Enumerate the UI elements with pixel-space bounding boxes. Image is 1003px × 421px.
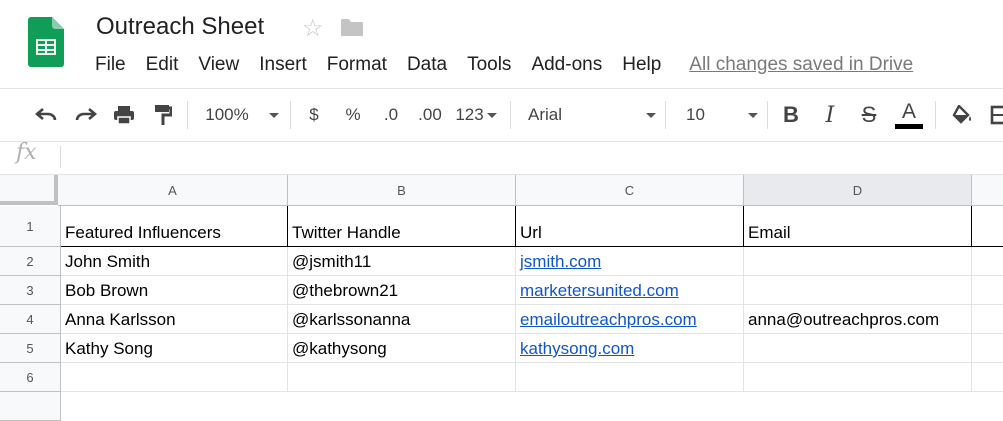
currency-format-button[interactable]: $ bbox=[302, 89, 326, 141]
cell-e6[interactable] bbox=[972, 363, 1003, 392]
cell-a1[interactable]: Featured Influencers bbox=[61, 206, 288, 247]
menu-help[interactable]: Help bbox=[622, 54, 661, 76]
chevron-down-icon bbox=[268, 112, 279, 118]
redo-icon[interactable] bbox=[72, 89, 100, 141]
paint-format-icon[interactable] bbox=[150, 89, 176, 141]
cell-e4[interactable] bbox=[972, 305, 1003, 334]
cell-e5[interactable] bbox=[972, 334, 1003, 363]
cell-a5[interactable]: Kathy Song bbox=[61, 334, 288, 363]
cell-a2[interactable]: John Smith bbox=[61, 247, 288, 276]
cell-a3[interactable]: Bob Brown bbox=[61, 276, 288, 305]
italic-button[interactable]: I bbox=[818, 89, 842, 141]
row-header-7[interactable] bbox=[0, 392, 61, 421]
bold-button[interactable]: B bbox=[779, 89, 803, 141]
row-header-5[interactable]: 5 bbox=[0, 334, 61, 363]
column-header-a[interactable]: A bbox=[58, 175, 288, 206]
chevron-down-icon bbox=[646, 112, 656, 118]
cell-c3-link[interactable]: marketersunited.com bbox=[516, 276, 744, 305]
toolbar: 100% $ % .0 .00 123 Arial 10 B I S A bbox=[0, 88, 1003, 142]
menu-tools[interactable]: Tools bbox=[467, 54, 511, 76]
cell-e3[interactable] bbox=[972, 276, 1003, 305]
cell-e1[interactable] bbox=[972, 206, 1003, 247]
menu-bar: File Edit View Insert Format Data Tools … bbox=[95, 53, 913, 77]
cell-b2[interactable]: @jsmith11 bbox=[288, 247, 516, 276]
more-formats-label: 123 bbox=[455, 105, 484, 124]
cell-d1[interactable]: Email bbox=[744, 206, 972, 247]
cell-d3[interactable] bbox=[744, 276, 972, 305]
increase-decimal-button[interactable]: .00 bbox=[414, 89, 446, 141]
save-status-link[interactable]: All changes saved in Drive bbox=[689, 54, 913, 76]
sheets-logo-icon[interactable] bbox=[28, 17, 64, 67]
zoom-value: 100% bbox=[205, 105, 249, 124]
document-title[interactable]: Outreach Sheet bbox=[96, 13, 264, 41]
cell-b4[interactable]: @karlssonanna bbox=[288, 305, 516, 334]
fill-color-icon[interactable] bbox=[950, 89, 976, 141]
row-header-1[interactable]: 1 bbox=[0, 206, 61, 247]
row-header-6[interactable]: 6 bbox=[0, 363, 61, 392]
formula-bar[interactable] bbox=[0, 141, 1003, 175]
row-header-2[interactable]: 2 bbox=[0, 247, 61, 276]
decrease-decimal-label: .0 bbox=[383, 105, 399, 124]
select-all-corner[interactable] bbox=[0, 175, 58, 205]
menu-edit[interactable]: Edit bbox=[146, 54, 179, 76]
menu-insert[interactable]: Insert bbox=[259, 54, 307, 76]
cell-a4[interactable]: Anna Karlsson bbox=[61, 305, 288, 334]
cell-c5-link[interactable]: kathysong.com bbox=[516, 334, 744, 363]
zoom-select[interactable]: 100% bbox=[200, 89, 284, 141]
font-size-value: 10 bbox=[686, 105, 705, 124]
cell-c1[interactable]: Url bbox=[516, 206, 744, 247]
menu-view[interactable]: View bbox=[198, 54, 239, 76]
text-color-label: A bbox=[901, 99, 916, 123]
cell-c4-link[interactable]: emailoutreachpros.com bbox=[516, 305, 744, 334]
cell-b5[interactable]: @kathysong bbox=[288, 334, 516, 363]
menu-data[interactable]: Data bbox=[407, 54, 447, 76]
column-header-e[interactable] bbox=[972, 175, 1003, 206]
column-header-d[interactable]: D bbox=[744, 175, 972, 206]
font-size-select[interactable]: 10 bbox=[686, 89, 758, 141]
cell-b6[interactable] bbox=[288, 363, 516, 392]
row-header-4[interactable]: 4 bbox=[0, 305, 61, 334]
menu-format[interactable]: Format bbox=[327, 54, 387, 76]
cell-e2[interactable] bbox=[972, 247, 1003, 276]
row-header-3[interactable]: 3 bbox=[0, 276, 61, 305]
text-color-swatch bbox=[895, 123, 923, 129]
fx-icon: fx bbox=[16, 140, 37, 165]
cell-b3[interactable]: @thebrown21 bbox=[288, 276, 516, 305]
text-color-button[interactable]: A bbox=[894, 89, 924, 141]
increase-decimal-label: .00 bbox=[418, 105, 442, 124]
percent-format-button[interactable]: % bbox=[340, 89, 366, 141]
undo-icon[interactable] bbox=[32, 89, 60, 141]
cell-c2-link[interactable]: jsmith.com bbox=[516, 247, 744, 276]
cell-d4[interactable]: anna@outreachpros.com bbox=[744, 305, 972, 334]
borders-icon[interactable] bbox=[990, 89, 1003, 141]
font-select[interactable]: Arial bbox=[528, 89, 656, 141]
cell-d5[interactable] bbox=[744, 334, 972, 363]
chevron-down-icon bbox=[748, 112, 758, 118]
decrease-decimal-button[interactable]: .0 bbox=[376, 89, 406, 141]
cell-d6[interactable] bbox=[744, 363, 972, 392]
star-icon[interactable]: ☆ bbox=[302, 14, 324, 43]
folder-icon[interactable] bbox=[340, 17, 364, 37]
chevron-down-icon bbox=[486, 112, 497, 118]
more-formats-select[interactable]: 123 bbox=[452, 89, 500, 141]
cell-a6[interactable] bbox=[61, 363, 288, 392]
strikethrough-button[interactable]: S bbox=[857, 89, 881, 141]
cell-d2[interactable] bbox=[744, 247, 972, 276]
print-icon[interactable] bbox=[110, 89, 138, 141]
column-header-b[interactable]: B bbox=[288, 175, 516, 206]
menu-file[interactable]: File bbox=[95, 54, 126, 76]
cell-b1[interactable]: Twitter Handle bbox=[288, 206, 516, 247]
font-value: Arial bbox=[528, 105, 563, 124]
column-header-c[interactable]: C bbox=[516, 175, 744, 206]
cell-c6[interactable] bbox=[516, 363, 744, 392]
menu-addons[interactable]: Add-ons bbox=[531, 54, 602, 76]
